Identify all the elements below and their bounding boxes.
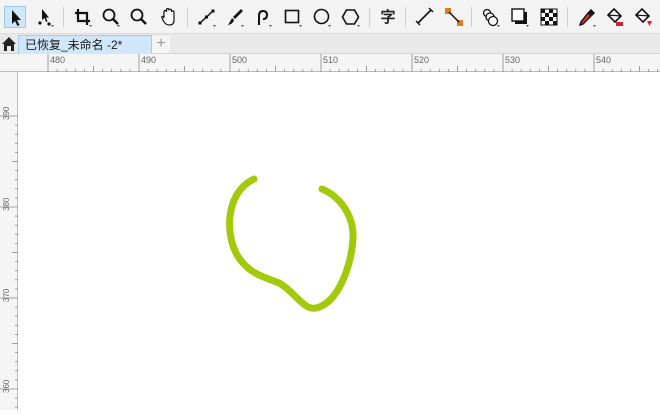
horizontal-ruler: 480 490 500 510 520 530 540 (0, 54, 660, 72)
artistic-brush-icon[interactable] (224, 6, 246, 28)
document-tab-bar: 已恢复_未命名 -2* + (0, 34, 660, 54)
zoom-tool-icon[interactable] (100, 6, 122, 28)
parallel-dimension-icon[interactable] (414, 6, 436, 28)
ruler-label: 480 (50, 55, 66, 65)
magnify-icon[interactable] (128, 6, 150, 28)
pick-tool-icon[interactable] (4, 6, 26, 28)
drop-shadow-icon[interactable] (509, 6, 531, 28)
polygon-tool-icon[interactable] (340, 6, 362, 28)
rectangle-tool-icon[interactable] (282, 6, 304, 28)
blend-tool-icon[interactable] (480, 6, 502, 28)
ruler-ticks (0, 115, 18, 408)
eyedropper-icon[interactable] (576, 6, 598, 28)
shape-tool-icon[interactable] (34, 6, 56, 28)
ruler-label: 520 (414, 55, 430, 65)
ruler-label: 500 (232, 55, 248, 65)
drawing-surface (226, 175, 357, 312)
add-tab-button[interactable]: + (152, 36, 170, 53)
pan-hand-icon[interactable] (158, 6, 180, 28)
toolbar: 字 (0, 0, 660, 34)
ruler-label: 510 (323, 55, 339, 65)
ruler-label: 370 (2, 288, 11, 302)
ruler-label: 390 (2, 106, 11, 120)
ellipse-tool-icon[interactable] (311, 6, 333, 28)
toolbar-separator (63, 7, 64, 27)
toolbar-separator (567, 7, 568, 27)
vertical-ruler: 390 380 370 360 (0, 72, 18, 410)
transparency-icon[interactable] (538, 6, 560, 28)
home-icon[interactable] (0, 34, 18, 54)
toolbar-separator (369, 7, 370, 27)
drawing-canvas[interactable] (19, 73, 660, 410)
text-tool-icon[interactable]: 字 (377, 6, 399, 28)
ruler-label: 380 (2, 197, 11, 211)
freehand-line-icon[interactable] (196, 6, 218, 28)
document-tab[interactable]: 已恢复_未命名 -2* (18, 35, 152, 54)
smart-fill-icon[interactable] (632, 6, 654, 28)
toolbar-separator (405, 7, 406, 27)
toolbar-separator (187, 7, 188, 27)
interactive-fill-icon[interactable] (604, 6, 626, 28)
crop-tool-icon[interactable] (72, 6, 94, 28)
ruler-label: 360 (2, 379, 11, 393)
ruler-label: 540 (596, 55, 612, 65)
ruler-label: 530 (505, 55, 521, 65)
toolbar-separator (471, 7, 472, 27)
smart-draw-icon[interactable] (252, 6, 274, 28)
ruler-label: 490 (141, 55, 157, 65)
freehand-curve[interactable] (226, 175, 357, 312)
connector-tool-icon[interactable] (443, 6, 465, 28)
